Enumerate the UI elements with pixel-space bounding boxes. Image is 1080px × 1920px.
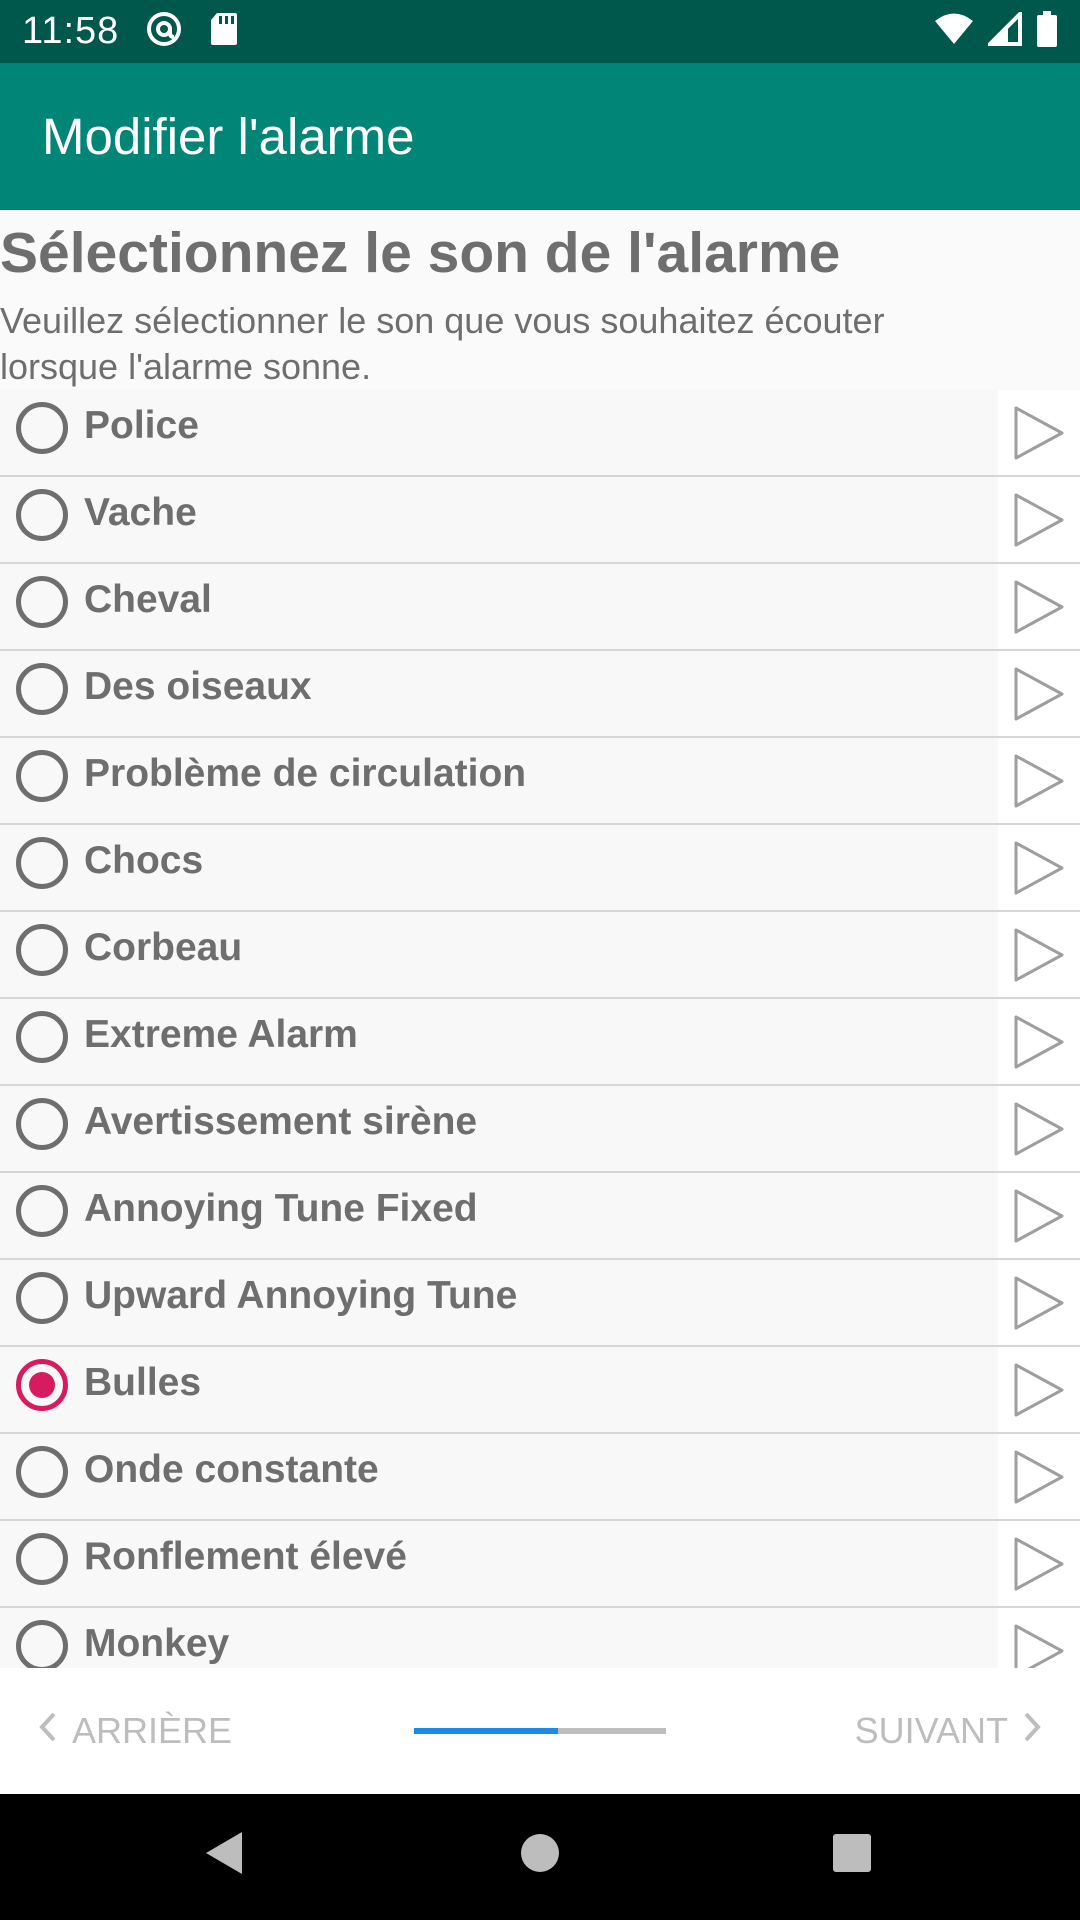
page-subtitle: Veuillez sélectionner le son que vous so… <box>0 300 885 387</box>
sound-row[interactable]: Monkey <box>0 1608 1080 1668</box>
radio-unchecked-icon[interactable] <box>16 489 68 541</box>
play-icon[interactable] <box>998 1347 1080 1432</box>
sound-label: Vache <box>84 491 197 534</box>
radio-unchecked-icon[interactable] <box>16 576 68 628</box>
radio-checked-icon[interactable] <box>16 1359 68 1411</box>
at-sign-icon <box>145 10 183 53</box>
sound-label: Corbeau <box>84 926 243 969</box>
sound-list[interactable]: Police Vache Cheval Des oiseaux Problème de … <box>0 390 1080 1668</box>
back-button-label: ARRIÈRE <box>72 1710 233 1751</box>
play-icon[interactable] <box>998 477 1080 562</box>
bottom-nav: ARRIÈRE SUIVANT <box>0 1668 1080 1794</box>
sound-row[interactable]: Problème de circulation <box>0 738 1080 825</box>
page-title: Sélectionnez le son de l'alarme <box>0 221 841 285</box>
sound-row[interactable]: Bulles <box>0 1347 1080 1434</box>
play-icon[interactable] <box>998 1608 1080 1668</box>
play-icon[interactable] <box>998 651 1080 736</box>
sound-label: Police <box>84 404 199 447</box>
sound-label: Extreme Alarm <box>84 1013 358 1056</box>
sound-row[interactable]: Upward Annoying Tune <box>0 1260 1080 1347</box>
play-icon[interactable] <box>998 390 1080 475</box>
sound-row[interactable]: Avertissement sirène <box>0 1086 1080 1173</box>
radio-unchecked-icon[interactable] <box>16 402 68 454</box>
status-left: 11:58 <box>22 10 239 53</box>
play-icon[interactable] <box>998 738 1080 823</box>
radio-unchecked-icon[interactable] <box>16 1011 68 1063</box>
sound-row[interactable]: Ronflement élevé <box>0 1521 1080 1608</box>
chevron-left-icon <box>38 1710 58 1752</box>
sound-label: Problème de circulation <box>84 752 527 795</box>
back-button[interactable]: ARRIÈRE <box>38 1704 232 1758</box>
radio-unchecked-icon[interactable] <box>16 750 68 802</box>
sound-label: Cheval <box>84 578 212 621</box>
radio-unchecked-icon[interactable] <box>16 663 68 715</box>
play-icon[interactable] <box>998 825 1080 910</box>
nav-back-icon[interactable] <box>204 1830 244 1881</box>
wifi-icon <box>934 12 974 51</box>
play-icon[interactable] <box>998 1086 1080 1171</box>
sound-row[interactable]: Corbeau <box>0 912 1080 999</box>
sound-row[interactable]: Onde constante <box>0 1434 1080 1521</box>
radio-unchecked-icon[interactable] <box>16 837 68 889</box>
play-icon[interactable] <box>998 1173 1080 1258</box>
sound-row[interactable]: Police <box>0 390 1080 477</box>
app-root: 11:58 Modifier l'alarme Sélectionnez le … <box>0 0 1080 1920</box>
radio-unchecked-icon[interactable] <box>16 1446 68 1498</box>
sound-label: Annoying Tune Fixed <box>84 1187 478 1230</box>
nav-recents-icon[interactable] <box>832 1830 872 1881</box>
radio-unchecked-icon[interactable] <box>16 1185 68 1237</box>
sound-label: Des oiseaux <box>84 665 312 708</box>
play-icon[interactable] <box>998 999 1080 1084</box>
status-right <box>934 9 1058 52</box>
nav-home-icon[interactable] <box>520 1830 560 1881</box>
play-icon[interactable] <box>998 1260 1080 1345</box>
sound-label: Monkey <box>84 1622 230 1665</box>
radio-unchecked-icon[interactable] <box>16 1620 68 1668</box>
sound-row[interactable]: Cheval <box>0 564 1080 651</box>
sound-label: Upward Annoying Tune <box>84 1274 518 1317</box>
sound-label: Ronflement élevé <box>84 1535 407 1578</box>
sound-row[interactable]: Extreme Alarm <box>0 999 1080 1086</box>
next-button[interactable]: SUIVANT <box>855 1704 1042 1758</box>
sd-card-icon <box>209 11 239 52</box>
sound-label: Onde constante <box>84 1448 379 1491</box>
status-bar: 11:58 <box>0 0 1080 63</box>
radio-unchecked-icon[interactable] <box>16 1533 68 1585</box>
chevron-right-icon <box>1022 1710 1042 1752</box>
play-icon[interactable] <box>998 564 1080 649</box>
sound-row[interactable]: Chocs <box>0 825 1080 912</box>
play-icon[interactable] <box>998 1434 1080 1519</box>
sound-row[interactable]: Annoying Tune Fixed <box>0 1173 1080 1260</box>
signal-icon <box>985 9 1022 51</box>
sound-label: Chocs <box>84 839 204 882</box>
play-icon[interactable] <box>998 1521 1080 1606</box>
sound-label: Bulles <box>84 1361 202 1404</box>
app-bar: Modifier l'alarme <box>0 63 1080 210</box>
app-bar-title: Modifier l'alarme <box>42 108 415 165</box>
battery-icon <box>1036 11 1058 52</box>
radio-unchecked-icon[interactable] <box>16 1272 68 1324</box>
radio-unchecked-icon[interactable] <box>16 1098 68 1150</box>
sound-row[interactable]: Vache <box>0 477 1080 564</box>
play-icon[interactable] <box>998 912 1080 997</box>
status-time: 11:58 <box>22 10 120 52</box>
progress-bar <box>414 1728 666 1734</box>
sound-row[interactable]: Des oiseaux <box>0 651 1080 738</box>
next-button-label: SUIVANT <box>854 1710 1008 1751</box>
progress-fill <box>414 1728 558 1734</box>
sound-label: Avertissement sirène <box>84 1100 478 1143</box>
radio-unchecked-icon[interactable] <box>16 924 68 976</box>
system-nav-bar <box>0 1794 1080 1920</box>
